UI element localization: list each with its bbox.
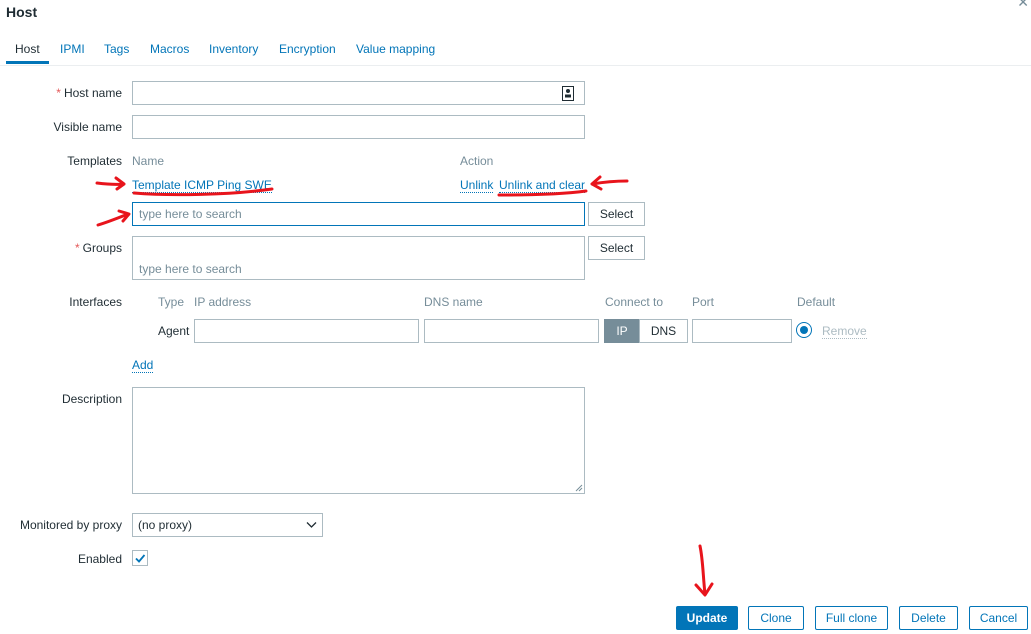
templates-label: Templates — [67, 154, 122, 168]
close-icon[interactable]: ✕ — [1017, 0, 1029, 11]
interfaces-col-default: Default — [797, 295, 836, 309]
groups-label: * Groups — [74, 241, 122, 255]
tab-value-mapping[interactable]: Value mapping — [356, 42, 435, 56]
interfaces-label: Interfaces — [69, 295, 122, 309]
tab-bar: Host IPMI Tags Macros Inventory Encrypti… — [0, 40, 1031, 66]
enabled-checkbox[interactable] — [132, 550, 148, 566]
visible-name-input[interactable] — [132, 115, 585, 139]
add-interface-link[interactable]: Add — [132, 358, 154, 373]
remove-interface-link: Remove — [822, 324, 867, 339]
interfaces-col-connect: Connect to — [605, 295, 664, 309]
connect-ip-toggle[interactable]: IP — [604, 319, 640, 343]
default-interface-radio[interactable] — [796, 322, 812, 338]
host-name-label: * Host name — [56, 86, 122, 100]
tab-host[interactable]: Host — [15, 42, 40, 56]
clone-button[interactable]: Clone — [748, 606, 804, 630]
delete-button[interactable]: Delete — [899, 606, 958, 630]
linked-template-link[interactable]: Template ICMP Ping SWE — [132, 178, 272, 193]
templates-search-input[interactable]: type here to search — [132, 202, 585, 226]
templates-col-action: Action — [460, 154, 494, 168]
required-mark: * — [56, 86, 61, 100]
templates-select-button[interactable]: Select — [588, 202, 645, 226]
enabled-label: Enabled — [77, 552, 122, 566]
arrow-to-template-icon — [95, 176, 126, 191]
unlink-and-clear-link[interactable]: Unlink and clear — [499, 178, 586, 193]
active-tab-indicator — [6, 61, 49, 64]
tab-tags[interactable]: Tags — [104, 42, 129, 56]
cancel-button[interactable]: Cancel — [969, 606, 1028, 630]
host-name-input[interactable] — [132, 81, 585, 105]
update-button[interactable]: Update — [676, 606, 738, 630]
resize-handle-icon[interactable] — [575, 484, 583, 492]
proxy-label: Monitored by proxy — [19, 518, 122, 532]
chevron-down-icon — [306, 522, 317, 528]
required-mark: * — [74, 241, 80, 255]
interfaces-col-port: Port — [692, 295, 715, 309]
full-clone-button[interactable]: Full clone — [815, 606, 888, 630]
dialog-title: Host — [6, 4, 38, 20]
description-textarea[interactable] — [132, 387, 585, 494]
templates-col-name: Name — [132, 154, 165, 168]
connect-dns-toggle[interactable]: DNS — [639, 319, 688, 343]
interface-dns-input[interactable] — [424, 319, 599, 343]
arrow-to-search-icon — [96, 209, 131, 227]
tab-ipmi[interactable]: IPMI — [60, 42, 85, 56]
tab-encryption[interactable]: Encryption — [279, 42, 336, 56]
interface-ip-input[interactable] — [194, 319, 419, 343]
proxy-select[interactable]: (no proxy) — [132, 513, 323, 537]
tab-inventory[interactable]: Inventory — [209, 42, 258, 56]
visible-name-label: Visible name — [53, 120, 122, 134]
contact-card-icon — [562, 86, 574, 101]
interfaces-col-dns: DNS name — [424, 295, 483, 309]
unlink-link[interactable]: Unlink — [460, 178, 494, 193]
checkmark-icon — [135, 554, 146, 563]
description-label: Description — [61, 392, 122, 406]
interfaces-col-ip: IP address — [194, 295, 252, 309]
interface-type-agent: Agent — [158, 324, 190, 338]
arrow-to-update-icon — [694, 544, 714, 597]
tab-macros[interactable]: Macros — [150, 42, 189, 56]
arrow-to-unlink-clear-icon — [590, 175, 629, 191]
groups-multiselect[interactable]: type here to search — [132, 236, 585, 280]
groups-select-button[interactable]: Select — [588, 236, 645, 260]
interfaces-col-type: Type — [158, 295, 185, 309]
interface-port-input[interactable] — [692, 319, 792, 343]
